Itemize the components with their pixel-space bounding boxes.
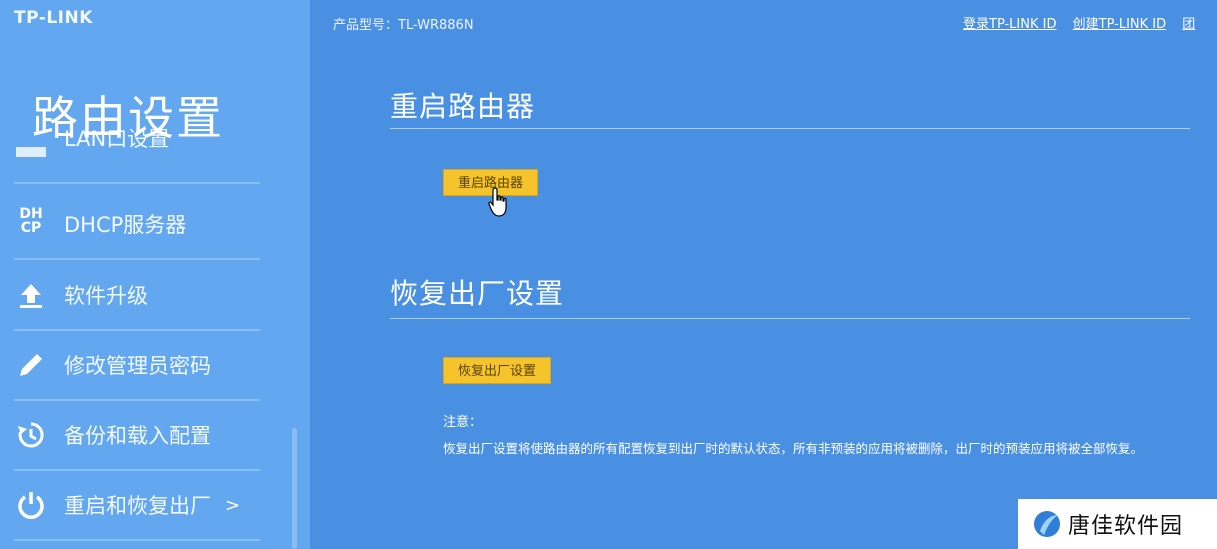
reboot-divider (390, 128, 1190, 129)
watermark: 唐佳软件园 (1018, 499, 1217, 549)
sidebar-item-reboot-restore[interactable]: 重启和恢复出厂 > (14, 471, 260, 541)
login-tplink-id-link[interactable]: 登录TP-LINK ID (963, 17, 1057, 32)
reboot-heading: 重启路由器 (390, 90, 536, 123)
brand-logo: TP-LINK (14, 8, 93, 28)
sidebar-item-upgrade[interactable]: 软件升级 (14, 261, 260, 331)
restore-factory-button[interactable]: 恢复出厂设置 (443, 357, 552, 384)
sidebar-item-label: 备份和载入配置 (64, 424, 211, 448)
create-tplink-id-link[interactable]: 创建TP-LINK ID (1073, 17, 1167, 32)
site-logo-icon (1034, 511, 1060, 537)
note-body: 恢复出厂设置将使路由器的所有配置恢复到出厂时的默认状态，所有非预装的应用将被删除… (443, 441, 1144, 456)
sidebar-scrollbar[interactable] (292, 428, 297, 549)
dhcp-icon: DH CP (19, 206, 43, 236)
restore-heading: 恢复出厂设置 (390, 277, 565, 310)
lan-icon (14, 135, 48, 169)
top-links: 登录TP-LINK ID 创建TP-LINK ID 团 (963, 13, 1207, 32)
product-model: 产品型号：TL-WR886N (333, 18, 474, 33)
power-icon (14, 488, 48, 522)
chevron-right-icon: > (225, 494, 241, 516)
watermark-text: 唐佳软件园 (1068, 514, 1184, 539)
pencil-icon (14, 348, 48, 382)
sidebar-item-label: DHCP服务器 (64, 213, 187, 237)
sidebar-item-label: 软件升级 (64, 284, 148, 308)
hand-cursor-icon (488, 187, 507, 217)
sidebar: TP-LINK 路由设置 LAN口设置 DH CP DHCP服务器 软件升级 修… (0, 0, 310, 549)
sidebar-item-label: 修改管理员密码 (64, 354, 211, 378)
restore-divider (390, 318, 1190, 319)
sidebar-item-label: LAN口设置 (64, 127, 170, 151)
sidebar-item-backup[interactable]: 备份和载入配置 (14, 401, 260, 471)
history-icon (14, 418, 48, 452)
sidebar-item-label: 重启和恢复出厂 (64, 494, 211, 518)
sidebar-item-password[interactable]: 修改管理员密码 (14, 331, 260, 401)
sidebar-item-dhcp[interactable]: DH CP DHCP服务器 (14, 190, 260, 260)
upload-icon (14, 278, 48, 312)
sidebar-item-lan[interactable]: LAN口设置 (14, 122, 260, 184)
note-title: 注意： (443, 415, 483, 430)
more-link[interactable]: 团 (1182, 17, 1195, 32)
